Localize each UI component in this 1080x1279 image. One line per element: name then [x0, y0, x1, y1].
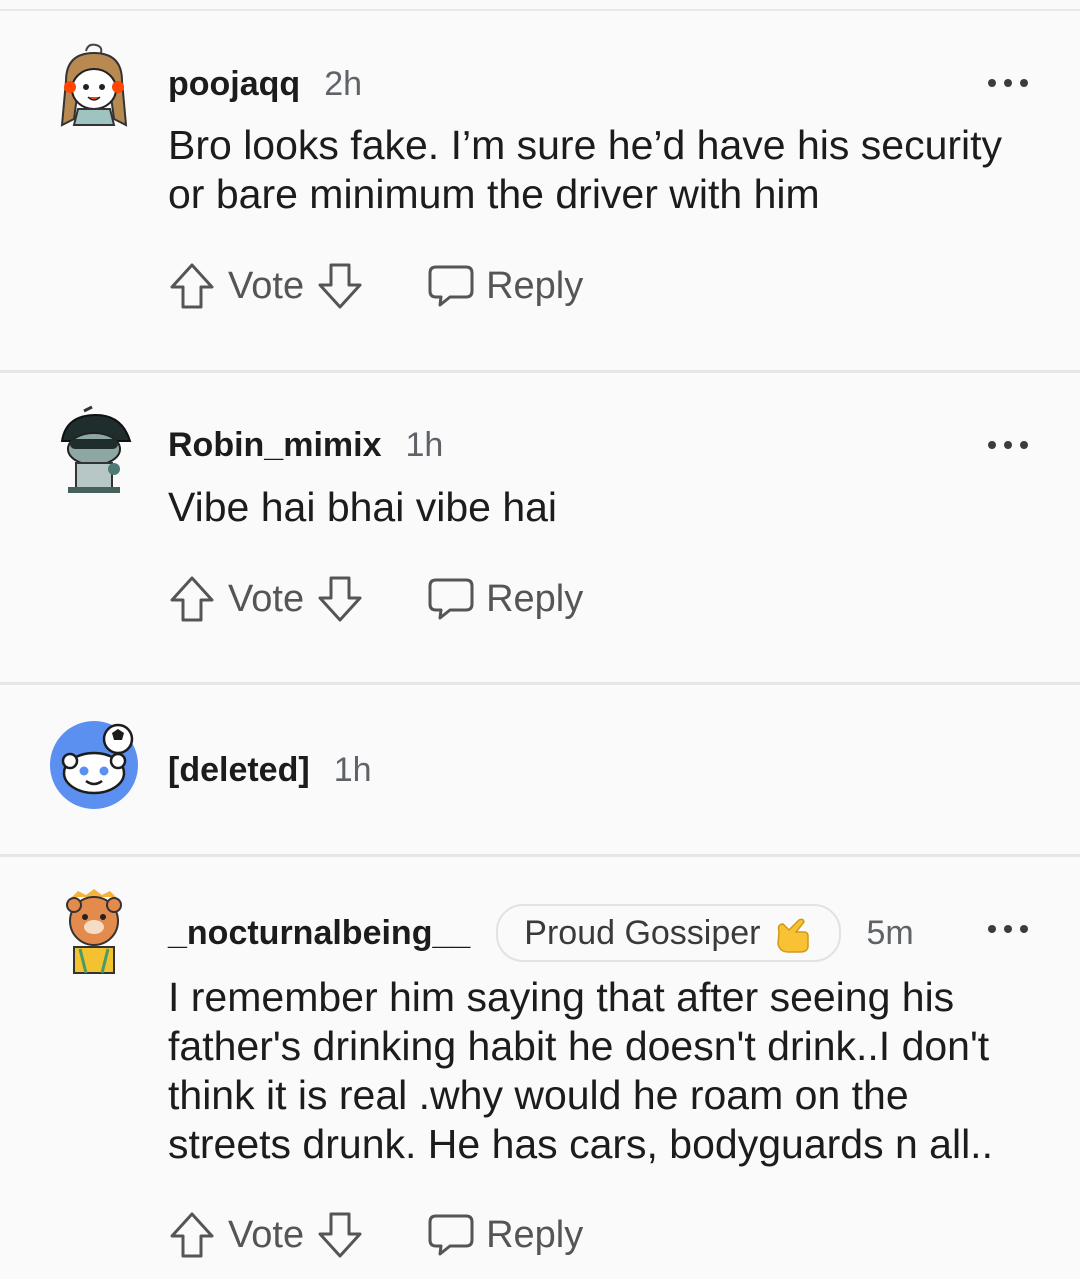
user-flair-badge[interactable]: Proud Gossiper [496, 904, 841, 962]
timestamp: 5m [866, 913, 914, 952]
reply-bubble-icon [428, 1214, 474, 1256]
vote-label: Vote [228, 1213, 305, 1256]
upvote-arrow-icon[interactable] [168, 574, 216, 624]
top-divider [0, 0, 1080, 11]
username[interactable]: Robin_mimix [168, 426, 381, 465]
more-options-icon[interactable] [988, 919, 1028, 939]
comment-body: I remember him saying that after seeing … [168, 974, 993, 1167]
comment-nocturnalbeing: _nocturnalbeing__ Proud Gossiper 5m I re… [0, 857, 1080, 1279]
reply-label: Reply [486, 264, 584, 307]
upvote-arrow-icon[interactable] [168, 1210, 216, 1260]
downvote-arrow-icon[interactable] [316, 261, 364, 311]
call-me-hand-emoji [776, 918, 809, 953]
reply-button[interactable]: Reply [426, 263, 583, 309]
username: [deleted] [168, 750, 310, 789]
reply-label: Reply [486, 577, 584, 620]
comment-meta: poojaqq 2h [168, 61, 362, 107]
comment-meta: [deleted] 1h [168, 747, 372, 793]
bear-avatar-icon[interactable] [48, 887, 140, 979]
comment-poojaqq: poojaqq 2h Bro looks fake. I’m sure he’d… [0, 11, 1080, 370]
timestamp: 1h [333, 750, 372, 789]
reply-bubble-icon [428, 578, 474, 620]
comment-actions: Vote Reply [168, 1207, 583, 1263]
more-options-icon[interactable] [988, 73, 1028, 93]
upvote-arrow-icon[interactable] [168, 261, 216, 311]
username[interactable]: poojaqq [168, 65, 300, 104]
vote-label: Vote [228, 264, 305, 307]
reply-button[interactable]: Reply [426, 1212, 583, 1258]
snoo-hat-avatar-icon[interactable] [48, 403, 140, 495]
reply-bubble-icon [428, 265, 474, 307]
flair-label: Proud Gossiper [524, 913, 761, 952]
vote-label: Vote [228, 577, 305, 620]
default-snoo-avatar-icon[interactable] [48, 719, 140, 811]
comment-meta: _nocturnalbeing__ Proud Gossiper 5m [168, 904, 914, 962]
timestamp: 2h [324, 64, 363, 103]
comment-actions: Vote Reply [168, 571, 583, 627]
reply-button[interactable]: Reply [426, 576, 583, 622]
comment-meta: Robin_mimix 1h [168, 422, 443, 468]
downvote-arrow-icon[interactable] [316, 574, 364, 624]
more-options-icon[interactable] [988, 435, 1028, 455]
timestamp: 1h [405, 425, 444, 464]
anime-girl-avatar-icon[interactable] [48, 41, 140, 133]
reply-label: Reply [486, 1213, 584, 1256]
comment-body: Bro looks fake. I’m sure he’d have his s… [168, 122, 1003, 217]
username[interactable]: _nocturnalbeing__ [168, 914, 470, 953]
comment-robin-mimix: Robin_mimix 1h Vibe hai bhai vibe hai Vo… [0, 373, 1080, 682]
downvote-arrow-icon[interactable] [316, 1210, 364, 1260]
comment-body: Vibe hai bhai vibe hai [168, 484, 558, 530]
comment-actions: Vote Reply [168, 258, 583, 314]
comment-deleted: [deleted] 1h [0, 685, 1080, 854]
